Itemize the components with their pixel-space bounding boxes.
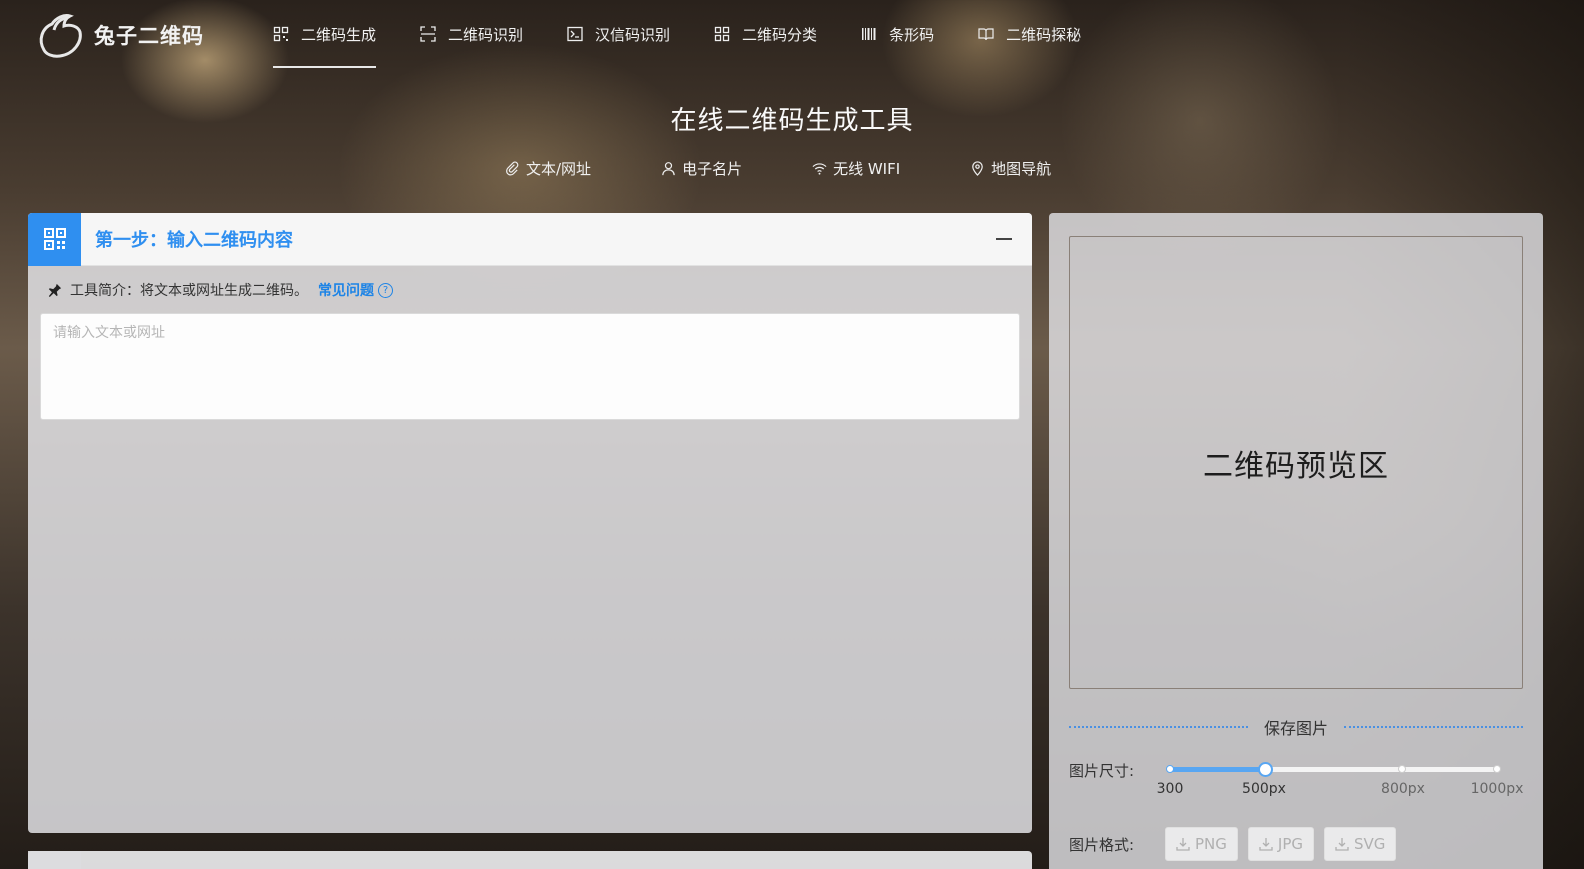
preview-placeholder: 二维码预览区 bbox=[1203, 448, 1389, 484]
nav-label: 二维码识别 bbox=[448, 25, 524, 44]
download-svg-button[interactable]: SVG bbox=[1323, 827, 1397, 861]
wifi-icon bbox=[812, 161, 827, 176]
size-tick[interactable]: 1000px bbox=[1471, 781, 1524, 797]
nav-item-barcode[interactable]: 条形码 bbox=[861, 0, 934, 68]
map-pin-icon bbox=[970, 161, 985, 176]
nav-label: 二维码生成 bbox=[301, 25, 377, 44]
slider-stop[interactable] bbox=[1166, 765, 1174, 773]
nav-label: 汉信码识别 bbox=[595, 25, 671, 44]
download-icon bbox=[1335, 837, 1349, 851]
nav-label: 二维码探秘 bbox=[1006, 25, 1082, 44]
nav-item-qr-category[interactable]: 二维码分类 bbox=[714, 0, 817, 68]
faq-label: 常见问题 bbox=[318, 283, 374, 299]
format-label-svg: SVG bbox=[1353, 835, 1386, 853]
nav-item-qr-scan[interactable]: 二维码识别 bbox=[420, 0, 523, 68]
preview-panel: 二维码预览区 保存图片 图片尺寸: 300 500px 800px 1000px… bbox=[1049, 213, 1543, 869]
save-image-divider: 保存图片 bbox=[1069, 716, 1524, 738]
step1-header: 第一步：输入二维码内容 bbox=[28, 213, 1032, 266]
qr-preview-area: 二维码预览区 bbox=[1069, 236, 1523, 689]
image-format-row: 图片格式: PNG JPG SVG bbox=[1069, 824, 1523, 864]
nav-label: 二维码分类 bbox=[742, 25, 818, 44]
qrcode-icon bbox=[28, 213, 81, 266]
size-tick[interactable]: 800px bbox=[1381, 781, 1425, 797]
tab-label: 电子名片 bbox=[682, 160, 743, 178]
format-label: 图片格式: bbox=[1069, 835, 1135, 854]
divider-line bbox=[1344, 726, 1524, 728]
collapse-button[interactable] bbox=[996, 238, 1012, 240]
tab-label: 无线 WIFI bbox=[833, 160, 901, 178]
logo[interactable]: 兔子二维码 bbox=[34, 10, 204, 60]
download-icon bbox=[1259, 837, 1273, 851]
image-size-row: 图片尺寸: 300 500px 800px 1000px bbox=[1069, 758, 1523, 818]
content-input[interactable] bbox=[40, 313, 1020, 420]
download-jpg-button[interactable]: JPG bbox=[1247, 827, 1314, 861]
step1-title: 第一步：输入二维码内容 bbox=[95, 230, 293, 251]
tool-intro: 工具简介：将文本或网址生成二维码。 常见问题 ? bbox=[28, 266, 1032, 300]
size-label: 图片尺寸: bbox=[1069, 762, 1135, 780]
slider-stop[interactable] bbox=[1398, 765, 1407, 773]
scan-icon bbox=[420, 26, 436, 42]
size-tick[interactable]: 500px bbox=[1242, 781, 1286, 797]
nav-item-qr-explore[interactable]: 二维码探秘 bbox=[978, 0, 1081, 68]
barcode-icon bbox=[861, 26, 877, 42]
tab-map[interactable]: 地图导航 bbox=[970, 158, 1051, 179]
intro-text: 工具简介：将文本或网址生成二维码。 bbox=[70, 283, 308, 299]
step2-icon-box bbox=[28, 851, 81, 869]
qr-type-tabs: 文本/网址 电子名片 无线 WIFI 地图导航 bbox=[505, 158, 1121, 179]
format-label-png: PNG bbox=[1195, 835, 1227, 853]
main-nav: 二维码生成 二维码识别 汉信码识别 二维码分类 条形码 二维码探秘 bbox=[273, 0, 1125, 70]
format-label-jpg: JPG bbox=[1277, 835, 1303, 853]
size-tick[interactable]: 300 bbox=[1157, 781, 1184, 797]
divider-line bbox=[1069, 726, 1248, 728]
tab-vcard[interactable]: 电子名片 bbox=[661, 158, 742, 179]
download-icon bbox=[1176, 837, 1190, 851]
step1-panel: 第一步：输入二维码内容 工具简介：将文本或网址生成二维码。 常见问题 ? bbox=[28, 213, 1032, 833]
tab-label: 地图导航 bbox=[991, 160, 1052, 178]
slider-stop[interactable] bbox=[1493, 765, 1501, 773]
page-title: 在线二维码生成工具 bbox=[670, 106, 914, 136]
faq-link[interactable]: 常见问题 ? bbox=[318, 280, 393, 300]
book-icon bbox=[978, 26, 994, 42]
nav-item-hanxin-scan[interactable]: 汉信码识别 bbox=[567, 0, 670, 68]
user-icon bbox=[661, 161, 676, 176]
download-png-button[interactable]: PNG bbox=[1165, 827, 1238, 861]
slider-thumb[interactable] bbox=[1257, 762, 1273, 777]
size-slider[interactable] bbox=[1166, 762, 1501, 777]
logo-text: 兔子二维码 bbox=[94, 24, 204, 48]
step2-panel bbox=[28, 851, 1032, 869]
tab-text-url[interactable]: 文本/网址 bbox=[505, 158, 591, 179]
link-icon bbox=[505, 161, 520, 176]
navbar: 兔子二维码 二维码生成 二维码识别 汉信码识别 二维码分类 条形码 二维码探秘 bbox=[0, 0, 1584, 70]
save-title: 保存图片 bbox=[1264, 719, 1329, 738]
question-circle-icon: ? bbox=[378, 282, 393, 298]
qrcode-icon bbox=[273, 26, 289, 42]
slider-fill bbox=[1170, 767, 1265, 772]
nav-item-qr-generate[interactable]: 二维码生成 bbox=[273, 0, 377, 68]
tab-label: 文本/网址 bbox=[526, 160, 592, 178]
pin-icon bbox=[48, 283, 62, 297]
grid-icon bbox=[714, 26, 730, 42]
rabbit-logo-icon bbox=[39, 14, 82, 58]
tab-wifi[interactable]: 无线 WIFI bbox=[812, 158, 900, 179]
nav-label: 条形码 bbox=[889, 25, 935, 44]
terminal-icon bbox=[567, 26, 583, 42]
